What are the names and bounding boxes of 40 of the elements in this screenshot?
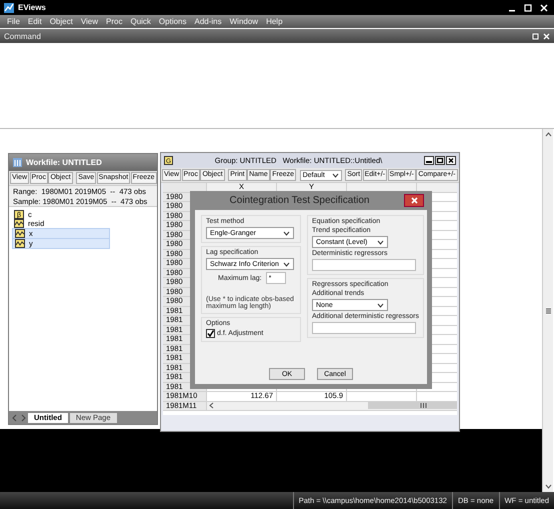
- caret-icon: [377, 302, 384, 308]
- menu-item[interactable]: Quick: [126, 17, 155, 26]
- vertical-scrollbar[interactable]: [542, 129, 553, 492]
- caret-icon: [283, 230, 290, 236]
- menu-item[interactable]: Window: [226, 17, 262, 26]
- caret-icon: [332, 172, 340, 178]
- input-field[interactable]: [312, 259, 416, 271]
- caret-icon: [377, 240, 384, 244]
- command-title: Command: [4, 32, 41, 40]
- grip-icon: [544, 308, 552, 314]
- close-button[interactable]: [404, 194, 424, 207]
- maximize-icon[interactable]: [435, 156, 445, 165]
- series-icon: [14, 219, 24, 228]
- menu-item[interactable]: Help: [262, 17, 287, 26]
- caret-icon: [283, 262, 290, 266]
- minimize-icon[interactable]: [424, 156, 434, 165]
- page-nav-icon: [12, 414, 26, 422]
- scroll-left-icon: [209, 402, 214, 410]
- series-icon: [15, 239, 25, 248]
- checkbox[interactable]: [206, 329, 215, 338]
- menu-item[interactable]: View: [76, 17, 102, 26]
- workfile-icon: [13, 158, 22, 167]
- series-icon: [15, 228, 25, 238]
- scroll-up-icon: [544, 132, 552, 137]
- window-title: Workfile: UNTITLED: [26, 158, 102, 167]
- app-title: EViews: [18, 3, 46, 12]
- close-icon[interactable]: [446, 156, 456, 165]
- menu-item[interactable]: Edit: [24, 17, 46, 26]
- menu-item[interactable]: Proc: [102, 17, 126, 26]
- app-logo-icon: [4, 2, 14, 12]
- pin-icon[interactable]: [532, 32, 539, 40]
- dialog-title: Cointegration Test Specification: [228, 195, 370, 206]
- menu-item[interactable]: Options: [154, 17, 190, 26]
- menu-item[interactable]: File: [3, 17, 24, 26]
- close-icon: [410, 197, 418, 204]
- menu-item[interactable]: Object: [46, 17, 77, 26]
- input-field[interactable]: [312, 322, 416, 334]
- scroll-down-icon: [544, 484, 552, 489]
- grip-icon: [420, 403, 426, 408]
- menu-item[interactable]: Add-ins: [190, 17, 226, 26]
